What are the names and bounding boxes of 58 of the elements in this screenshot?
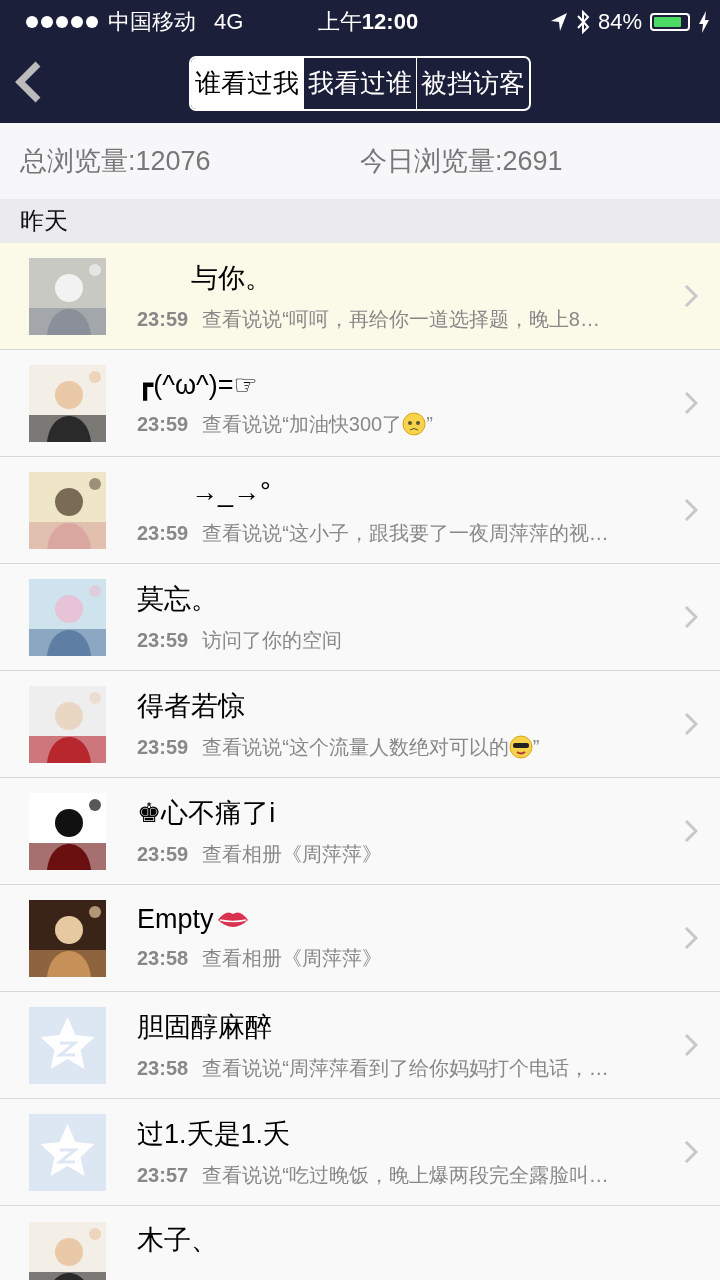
battery-percent: 84% bbox=[597, 9, 642, 35]
default-avatar-icon bbox=[29, 1113, 106, 1191]
worried-emoji-icon bbox=[402, 412, 427, 436]
carrier-name: 中国移动 bbox=[108, 8, 196, 36]
default-avatar-icon bbox=[29, 1006, 106, 1084]
visit-time: 23:57 bbox=[137, 1163, 189, 1187]
visit-action: 查看说说“周萍萍看到了给你妈妈打个电话，… bbox=[202, 1055, 609, 1081]
visit-time: 23:59 bbox=[137, 412, 189, 436]
network-type: 4G bbox=[214, 9, 244, 35]
visitor-name: 与你。 bbox=[190, 261, 272, 295]
visitor-name: 胆固醇麻醉 bbox=[137, 1010, 272, 1044]
signal-icon bbox=[26, 16, 98, 28]
chevron-icon bbox=[684, 284, 698, 308]
tab[interactable]: 谁看过我 bbox=[191, 58, 303, 109]
chevron-icon bbox=[684, 712, 698, 736]
visit-time: 23:58 bbox=[137, 1056, 189, 1080]
visit-action: 查看相册《周萍萍》 bbox=[202, 946, 383, 971]
clock: 上午12:00 bbox=[316, 8, 420, 36]
visit-time: 23:59 bbox=[137, 307, 189, 331]
battery-icon bbox=[650, 13, 690, 31]
visit-time: 23:59 bbox=[137, 521, 189, 545]
view-count: 今日浏览量:2691 bbox=[360, 145, 564, 178]
visit-action: 查看相册《周萍萍》 bbox=[202, 841, 383, 867]
visit-action: ” bbox=[426, 412, 433, 436]
visit-time: 23:59 bbox=[137, 735, 189, 759]
chevron-icon bbox=[684, 391, 698, 415]
visitor-name: 得者若惊 bbox=[137, 689, 245, 723]
chevron-icon bbox=[684, 1033, 698, 1057]
view-count: 总浏览量:12076 bbox=[20, 145, 212, 178]
visit-time: 23:58 bbox=[137, 947, 189, 970]
visitor-name: 过1.夭是1.夭 bbox=[137, 1117, 291, 1151]
sunglasses-emoji-icon bbox=[508, 735, 533, 759]
tab[interactable]: 被挡访客 bbox=[416, 58, 529, 109]
chevron-icon bbox=[684, 819, 698, 843]
visit-action: 查看说说“这个流量人数绝对可以的 bbox=[202, 734, 509, 760]
chevron-icon bbox=[684, 605, 698, 629]
chevron-icon bbox=[684, 1140, 698, 1164]
visitor-name: 莫忘。 bbox=[137, 582, 218, 616]
visit-action: 查看说说“吃过晚饭，晚上爆两段完全露脸叫… bbox=[202, 1162, 609, 1188]
visitor-name: ┏(^ω^)=☞ bbox=[137, 368, 258, 401]
bluetooth-icon bbox=[575, 10, 590, 34]
visitor-row[interactable]: 与你。 23:59 查看说说“呵呵，再给你一道选择题，晚上8… bbox=[0, 243, 720, 350]
visit-time: 23:59 bbox=[137, 628, 189, 652]
section-title: 昨天 bbox=[20, 206, 68, 236]
visit-action: 查看说说“呵呵，再给你一道选择题，晚上8… bbox=[202, 306, 600, 332]
location-icon bbox=[549, 12, 568, 32]
chevron-icon bbox=[684, 926, 698, 950]
visit-action: ” bbox=[532, 735, 540, 759]
visitor-name: 木子、 bbox=[137, 1224, 218, 1257]
visitor-name: Empty bbox=[137, 904, 214, 935]
visit-action: 查看说说“这小子，跟我要了一夜周萍萍的视… bbox=[202, 520, 609, 546]
visit-action: 访问了你的空间 bbox=[202, 627, 343, 653]
visitor-name: ♚心不痛了i bbox=[137, 796, 276, 830]
visit-time: 23:59 bbox=[137, 842, 189, 866]
visitor-name: →_→° bbox=[190, 475, 271, 509]
tab[interactable]: 我看过谁 bbox=[303, 58, 416, 109]
chevron-icon bbox=[684, 498, 698, 522]
visit-action: 查看说说“加油快300了 bbox=[202, 411, 403, 437]
